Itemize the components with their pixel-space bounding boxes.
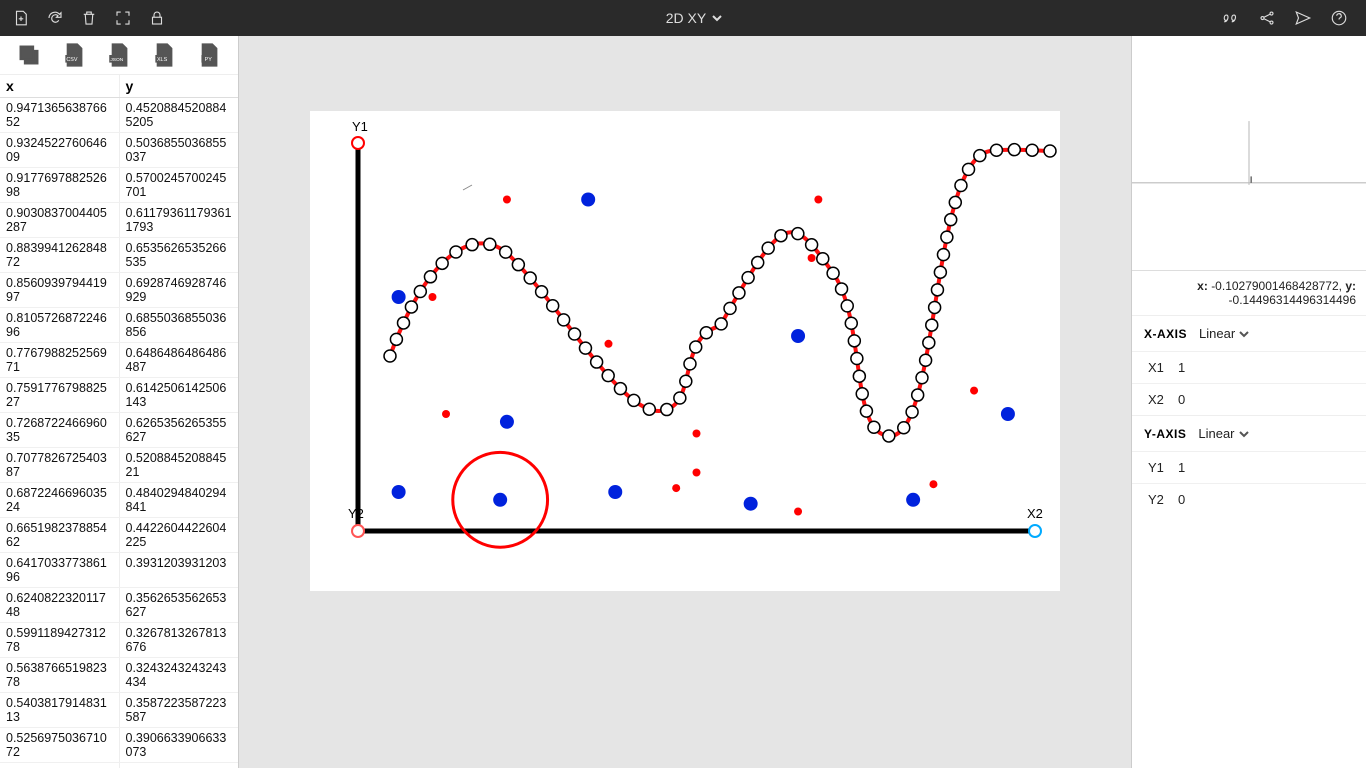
y1-row[interactable]: Y1 1 (1132, 451, 1366, 483)
table-row[interactable]: 0.8839941262848720.6535626535266535 (0, 238, 238, 273)
coord-y-value: -0.14496314496314496 (1229, 293, 1356, 307)
refresh-icon[interactable] (46, 9, 64, 27)
y-axis-scale-select[interactable]: Linear (1198, 426, 1248, 441)
y2-row[interactable]: Y2 0 (1132, 483, 1366, 515)
preview-area (1132, 36, 1366, 271)
quote-icon[interactable] (1222, 9, 1240, 27)
table-row[interactable]: 0.6417033773861960.3931203931203 (0, 553, 238, 588)
export-csv-icon[interactable]: CSV (61, 42, 87, 68)
data-table-body[interactable]: 0.9471365638766520.452088452088452050.93… (0, 98, 238, 768)
coord-y-label: y: (1345, 279, 1356, 293)
y-axis-scale-value: Linear (1198, 426, 1234, 441)
table-row[interactable]: 0.9471365638766520.45208845208845205 (0, 98, 238, 133)
y1-label: Y1 (352, 119, 368, 134)
plot-card[interactable]: Y1 Y2 X2 (310, 111, 1060, 591)
export-json-icon[interactable]: JSON (106, 42, 132, 68)
table-row[interactable]: 0.5638766519823780.3243243243243434 (0, 658, 238, 693)
table-row[interactable]: 0.8105726872246960.6855036855036856 (0, 308, 238, 343)
table-row[interactable]: 0.8560939794419970.6928746928746929 (0, 273, 238, 308)
cursor-coordinates: x: -0.10279001468428772, y: -0.144963144… (1132, 271, 1366, 315)
table-row[interactable]: 0.7767988252569710.6486486486486487 (0, 343, 238, 378)
stray-mark (463, 185, 472, 190)
share-icon[interactable] (1258, 9, 1276, 27)
y1-value: 1 (1178, 460, 1185, 475)
table-row[interactable]: 0.7077826725403870.520884520884521 (0, 448, 238, 483)
x2-value: 0 (1178, 392, 1185, 407)
view-mode-label: 2D XY (666, 10, 706, 26)
x1-row[interactable]: X1 1 (1132, 351, 1366, 383)
x1-value: 1 (1178, 360, 1185, 375)
table-row[interactable]: 0.9324522760646090.5036855036855037 (0, 133, 238, 168)
right-panel: x: -0.10279001468428772, y: -0.144963144… (1131, 36, 1366, 768)
header-y[interactable]: y (119, 75, 239, 97)
view-mode-selector[interactable]: 2D XY (166, 10, 1222, 26)
help-icon[interactable] (1330, 9, 1348, 27)
svg-text:CSV: CSV (66, 57, 78, 63)
plot-svg: Y1 Y2 X2 (310, 111, 1060, 591)
x2-handle[interactable] (1029, 525, 1041, 537)
export-xls-icon[interactable]: XLS (151, 42, 177, 68)
y1-label: Y1 (1148, 460, 1168, 475)
y2-label: Y2 (1148, 492, 1168, 507)
y-axis-section: Y-AXIS Linear Y1 1 Y2 0 (1132, 415, 1366, 515)
table-row[interactable]: 0.5991189427312780.3267813267813676 (0, 623, 238, 658)
chevron-down-icon (712, 13, 722, 23)
table-row[interactable]: 0.9177697882526980.5700245700245701 (0, 168, 238, 203)
table-row[interactable]: 0.6872246696035240.4840294840294841 (0, 483, 238, 518)
table-row[interactable]: 0.7591776798825270.6142506142506143 (0, 378, 238, 413)
send-icon[interactable] (1294, 9, 1312, 27)
copy-icon[interactable] (16, 42, 42, 68)
y-axis-head: Y-AXIS Linear (1132, 416, 1366, 451)
delete-icon[interactable] (80, 9, 98, 27)
main-layout: CSV JSON XLS PY x y 0.9471365638766520.4… (0, 36, 1366, 768)
x2-label: X2 (1148, 392, 1168, 407)
new-file-icon[interactable] (12, 9, 30, 27)
data-table-header: x y (0, 75, 238, 98)
canvas-area[interactable]: Y1 Y2 X2 (239, 36, 1131, 768)
topbar: 2D XY (0, 0, 1366, 36)
table-row[interactable]: 0.503671071953010.4422604422604 (0, 763, 238, 768)
y1-handle[interactable] (352, 137, 364, 149)
sidebar-toolbar: CSV JSON XLS PY (0, 36, 238, 75)
x2-row[interactable]: X2 0 (1132, 383, 1366, 415)
lock-icon[interactable] (148, 9, 166, 27)
svg-text:JSON: JSON (110, 57, 123, 63)
x-axis-head: X-AXIS Linear (1132, 316, 1366, 351)
data-sidebar: CSV JSON XLS PY x y 0.9471365638766520.4… (0, 36, 239, 768)
table-row[interactable]: 0.6240822320117480.3562653562653627 (0, 588, 238, 623)
x-axis-scale-select[interactable]: Linear (1199, 326, 1249, 341)
chevron-down-icon (1239, 329, 1249, 339)
table-row[interactable]: 0.7268722466960350.6265356265355627 (0, 413, 238, 448)
header-x[interactable]: x (0, 75, 119, 97)
topbar-right-tools (1222, 9, 1358, 27)
table-row[interactable]: 0.6651982378854620.4422604422604225 (0, 518, 238, 553)
topbar-left-tools (8, 9, 166, 27)
coord-x-value: -0.10279001468428772, (1211, 279, 1342, 293)
y2-handle[interactable] (352, 525, 364, 537)
preview-axes (1132, 103, 1366, 203)
table-row[interactable]: 0.5403817914831130.3587223587223587 (0, 693, 238, 728)
y-axis-label: Y-AXIS (1144, 427, 1186, 441)
x2-label: X2 (1027, 506, 1043, 521)
coord-x-label: x: (1197, 279, 1208, 293)
y2-label: Y2 (348, 506, 364, 521)
export-py-icon[interactable]: PY (196, 42, 222, 68)
table-row[interactable]: 0.5256975036710720.3906633906633073 (0, 728, 238, 763)
svg-text:XLS: XLS (157, 57, 168, 63)
x-axis-label: X-AXIS (1144, 327, 1187, 341)
red-scatter-series (428, 196, 978, 516)
curve-series (384, 144, 1056, 442)
x-axis-scale-value: Linear (1199, 326, 1235, 341)
fullscreen-icon[interactable] (114, 9, 132, 27)
y2-value: 0 (1178, 492, 1185, 507)
table-row[interactable]: 0.90308370044052870.611793611793611793 (0, 203, 238, 238)
x1-label: X1 (1148, 360, 1168, 375)
x-axis-section: X-AXIS Linear X1 1 X2 0 (1132, 315, 1366, 415)
svg-text:PY: PY (205, 57, 213, 63)
chevron-down-icon (1239, 429, 1249, 439)
